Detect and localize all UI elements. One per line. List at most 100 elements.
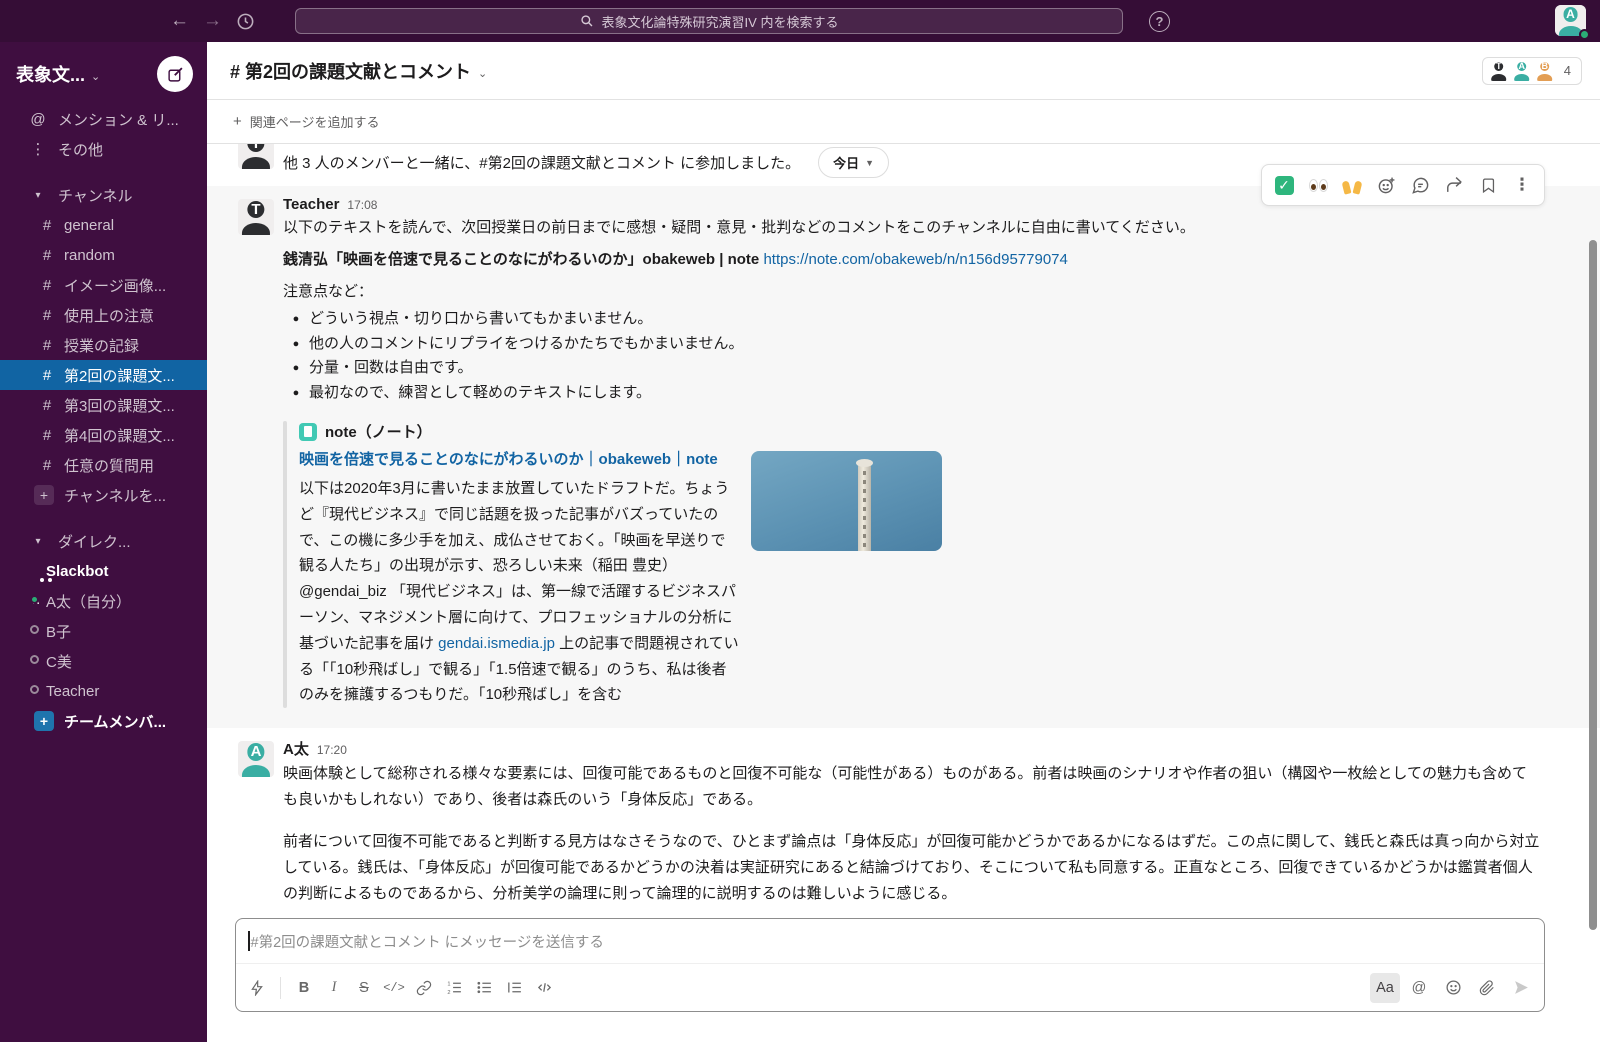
bold-button[interactable]: B [289,973,319,1003]
message-timestamp[interactable]: 17:08 [347,198,377,212]
share-message-button[interactable] [1438,169,1470,201]
bulleted-list-button[interactable] [469,973,499,1003]
link-button[interactable] [409,973,439,1003]
code-block-button[interactable] [529,973,559,1003]
attach-file-button[interactable] [1472,973,1502,1003]
blockquote-button[interactable] [499,973,529,1003]
white-check-mark-icon: ✓ [1275,176,1294,195]
hash-icon: # [40,307,54,324]
send-message-button[interactable] [1506,973,1536,1003]
save-message-button[interactable] [1472,169,1504,201]
sidebar-channel-questions[interactable]: #任意の質問用 [0,450,207,480]
strikethrough-button[interactable]: S [349,973,379,1003]
message-paragraph: 前者について回復不可能であると判断する見方はなさそうなので、ひとまず論点は「身体… [283,829,1540,905]
emoji-button[interactable] [1438,973,1468,1003]
emoji-plus-icon [1377,176,1396,195]
inline-code-button[interactable]: </> [379,973,409,1003]
message-timestamp[interactable]: 17:20 [317,743,347,757]
list-item: ●分量・回数は自由です。 [283,356,1540,381]
hide-formatting-button[interactable]: Aa [1370,973,1400,1003]
ordered-list-button[interactable]: 12 [439,973,469,1003]
history-forward-icon[interactable]: → [203,10,222,32]
dm-cmi[interactable]: C C美 [0,646,207,676]
sidebar-channel-assignment3[interactable]: #第3回の課題文... [0,390,207,420]
sidebar-channel-random[interactable]: #random [0,240,207,270]
hash-icon: # [40,337,54,354]
message-author[interactable]: A太 [283,738,309,759]
dm-bko[interactable]: B B子 [0,616,207,646]
gendai-link[interactable]: gendai.ismedia.jp [438,635,555,652]
date-pill-today[interactable]: 今日 ▼ [818,147,889,178]
message-timestamp[interactable]: 17:05 [347,144,377,146]
new-message-button[interactable] [157,56,193,92]
search-placeholder: 表象文化論特殊研究演習IV 内を検索する [602,12,839,31]
link-preview-card: note（ノート） 映画を倍速で見ることのなにがわるいのか｜obakeweb｜n… [283,421,1540,708]
add-canvas-tab[interactable]: + 関連ページを追加する [207,100,1600,144]
message-text-notes-label: 注意点など： [283,279,1540,305]
mention-button[interactable]: @ [1404,973,1434,1003]
sidebar-item-more[interactable]: ⋮ その他 [0,134,207,164]
dm-teacher[interactable]: T Teacher [0,676,207,706]
hash-icon: # [40,457,54,474]
sidebar-channel-class-records[interactable]: #授業の記録 [0,330,207,360]
member-avatar: A [1512,61,1532,81]
preview-description: 以下は2020年3月に書いたまま放置していたドラフトだ。ちょうど『現代ビジネス』… [299,476,739,708]
sidebar-channel-usage-notes[interactable]: #使用上の注意 [0,300,207,330]
bullet-list: ●どういう視点・切り口から書いてもかまいません。 ●他の人のコメントにリプライを… [283,307,1540,405]
sidebar-channel-image[interactable]: #イメージ画像... [0,270,207,300]
add-reaction-button[interactable] [1370,169,1402,201]
hash-icon: # [40,427,54,444]
hash-icon: # [40,217,54,234]
avatar[interactable]: A [238,741,274,777]
shortcuts-button[interactable] [242,973,272,1003]
user-avatar[interactable]: A [1555,5,1586,36]
note-article-link[interactable]: https://note.com/obakeweb/n/n156d9577907… [763,251,1067,268]
bulleted-list-icon [476,979,493,996]
message-input[interactable]: #第2回の課題文献とコメント にメッセージを送信する [236,919,1544,963]
message-author[interactable]: Teacher [283,196,339,213]
vertical-scrollbar[interactable] [1589,240,1597,930]
link-icon [416,980,432,996]
invite-members-button[interactable]: + チームメンバ... [0,706,207,736]
add-channel-button[interactable]: + チャンネルを... [0,480,207,510]
share-arrow-icon [1445,176,1464,195]
channels-section-header[interactable]: ▾ チャンネル [0,180,207,210]
react-raised-hands-button[interactable] [1336,169,1368,201]
sidebar-channel-general[interactable]: #general [0,210,207,240]
avatar[interactable]: T [238,144,274,169]
send-icon [1513,979,1530,996]
preview-thumbnail-image[interactable] [751,451,942,551]
channel-ref[interactable]: #第2回の課題文献とコメント [479,155,676,172]
italic-button[interactable]: I [319,973,349,1003]
emoji-icon [1445,979,1462,996]
channel-members-button[interactable]: T A B 4 [1482,57,1582,85]
quote-bar [283,421,287,708]
message-author[interactable]: Teacher [283,144,339,147]
message-text-intro: 以下のテキストを読んで、次回授業日の前日までに感想・疑問・意見・批判などのコメン… [283,215,1540,241]
avatar[interactable]: T [238,199,274,235]
sidebar-channel-assignment2-selected[interactable]: #第2回の課題文... [0,360,207,390]
workspace-name[interactable]: 表象文... [16,61,85,87]
dm-slackbot[interactable]: Slackbot [0,556,207,586]
preview-title-link[interactable]: 映画を倍速で見ることのなにがわるいのか｜obakeweb｜note [299,448,739,472]
hash-icon: # [40,367,54,384]
dm-section-header[interactable]: ▾ ダイレク... [0,526,207,556]
channel-title[interactable]: # 第2回の課題文献とコメント [230,58,471,84]
member-avatar: B [1535,61,1555,81]
history-back-icon[interactable]: ← [170,10,189,32]
text-cursor [248,931,250,951]
code-block-icon [536,979,553,996]
react-white-check-mark-button[interactable]: ✓ [1268,169,1300,201]
search-input[interactable]: 表象文化論特殊研究演習IV 内を検索する [295,8,1123,34]
reply-in-thread-button[interactable] [1404,169,1436,201]
react-eyes-button[interactable] [1302,169,1334,201]
history-clock-icon[interactable] [236,12,255,31]
raised-hands-icon [1342,176,1362,194]
join-text: 他 3 人のメンバーと一緒に、#第2回の課題文献とコメント に参加しました。 [283,151,800,177]
sidebar-item-mentions[interactable]: @ メンション & リ... [0,104,207,134]
message-teacher: T Teacher 17:08 以下のテキストを読んで、次回授業日の前日までに感… [207,196,1600,708]
more-actions-button[interactable]: ⋮ [1506,169,1538,201]
help-icon[interactable]: ? [1149,11,1170,32]
dm-self[interactable]: A A太（自分） [0,586,207,616]
sidebar-channel-assignment4[interactable]: #第4回の課題文... [0,420,207,450]
